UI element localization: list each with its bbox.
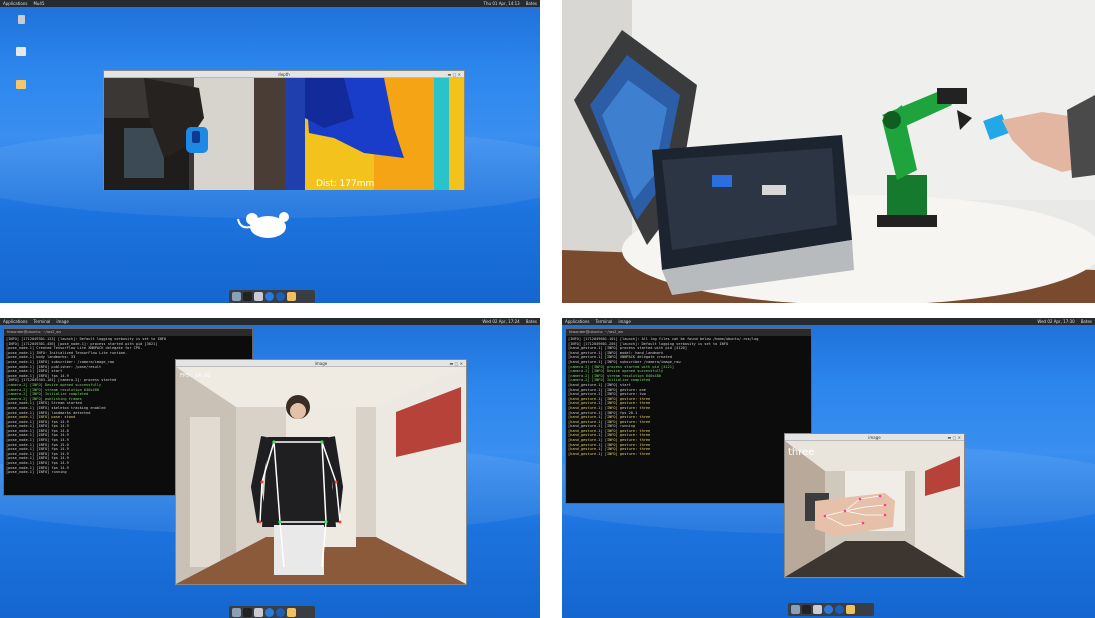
folder-icon[interactable] [287, 292, 296, 301]
taskbar-tab-image[interactable]: image [618, 318, 630, 325]
taskbar-tab[interactable]: Mu45 [33, 0, 44, 7]
user-menu[interactable]: Bates [526, 318, 537, 325]
user-menu[interactable]: Bates [1081, 318, 1092, 325]
folder-icon[interactable] [13, 80, 29, 94]
applications-menu[interactable]: Applications [3, 318, 27, 325]
applications-menu[interactable]: Applications [3, 0, 27, 7]
terminal-output[interactable]: [INFO] [1712049601.101] [launch]: All lo… [566, 336, 811, 457]
depth-window[interactable]: depth Dist: 177mm [103, 70, 465, 190]
dock [788, 603, 874, 616]
terminal-title: hiwonder@ubuntu: ~/ros2_ws [566, 329, 811, 336]
mouse-mascot-icon [237, 212, 289, 238]
terminal-title: hiwonder@ubuntu: ~/ros2_ws [4, 329, 252, 336]
distance-readout: Dist: 177mm [316, 179, 374, 189]
app-icon[interactable] [276, 292, 285, 301]
browser-icon[interactable] [265, 608, 274, 617]
show-desktop-icon[interactable] [791, 605, 800, 614]
window-title: depth [104, 71, 464, 78]
dock [229, 290, 315, 303]
taskbar-tab-terminal[interactable]: Terminal [33, 318, 50, 325]
show-desktop-icon[interactable] [232, 292, 241, 301]
top-panel: Applications Mu45 Thu 01 Apr, 14:13 Bate… [0, 0, 540, 7]
window-title: image [785, 434, 964, 441]
quad-pose-desktop: Applications Terminal image Wed 02 Apr, … [0, 318, 540, 618]
folder-icon[interactable] [846, 605, 855, 614]
terminal-window[interactable]: hiwonder@ubuntu: ~/ros2_ws [INFO] [17120… [565, 328, 812, 504]
taskbar-tab-image[interactable]: image [56, 318, 68, 325]
files-icon[interactable] [254, 608, 263, 617]
terminal-icon[interactable] [802, 605, 811, 614]
files-icon[interactable] [813, 605, 822, 614]
show-desktop-icon[interactable] [232, 608, 241, 617]
user-menu[interactable]: Bates [526, 0, 537, 7]
clock: Wed 02 Apr, 17:30 [1037, 319, 1075, 324]
taskbar-tab-terminal[interactable]: Terminal [595, 318, 612, 325]
clock: Thu 01 Apr, 14:13 [483, 1, 520, 6]
pose-camera-feed: FPS: 14.92 [176, 367, 466, 584]
folder-icon[interactable] [287, 608, 296, 617]
gesture-camera-feed: three [785, 441, 964, 577]
quad-gesture-desktop: Applications Terminal image Wed 02 Apr, … [562, 318, 1095, 618]
home-icon[interactable] [13, 47, 29, 61]
fps-readout: FPS: 14.92 [180, 373, 210, 379]
image-window[interactable]: image three [784, 433, 965, 578]
terminal-line: [hand_gesture-1] [INFO] gesture: three [568, 451, 651, 456]
terminal-icon[interactable] [243, 608, 252, 617]
quad-depth-desktop: Applications Mu45 Thu 01 Apr, 14:13 Bate… [0, 0, 540, 303]
window-title: image [176, 360, 466, 367]
browser-icon[interactable] [265, 292, 274, 301]
gesture-label: three [788, 447, 814, 458]
applications-menu[interactable]: Applications [565, 318, 589, 325]
terminal-icon[interactable] [243, 292, 252, 301]
robot-arm-photo [562, 0, 1095, 303]
camera-feed: Dist: 177mm [104, 78, 464, 190]
app-icon[interactable] [835, 605, 844, 614]
dock [229, 606, 315, 618]
clock: Wed 02 Apr, 17:24 [482, 319, 520, 324]
files-icon[interactable] [254, 292, 263, 301]
top-panel: Applications Terminal image Wed 02 Apr, … [562, 318, 1095, 325]
browser-icon[interactable] [824, 605, 833, 614]
top-panel: Applications Terminal image Wed 02 Apr, … [0, 318, 540, 325]
quad-robot-photo [562, 0, 1095, 303]
app-icon[interactable] [276, 608, 285, 617]
image-window[interactable]: image ▬ ▢ ✕ FPS: 14.92 [175, 359, 467, 585]
trash-icon[interactable] [13, 15, 29, 29]
